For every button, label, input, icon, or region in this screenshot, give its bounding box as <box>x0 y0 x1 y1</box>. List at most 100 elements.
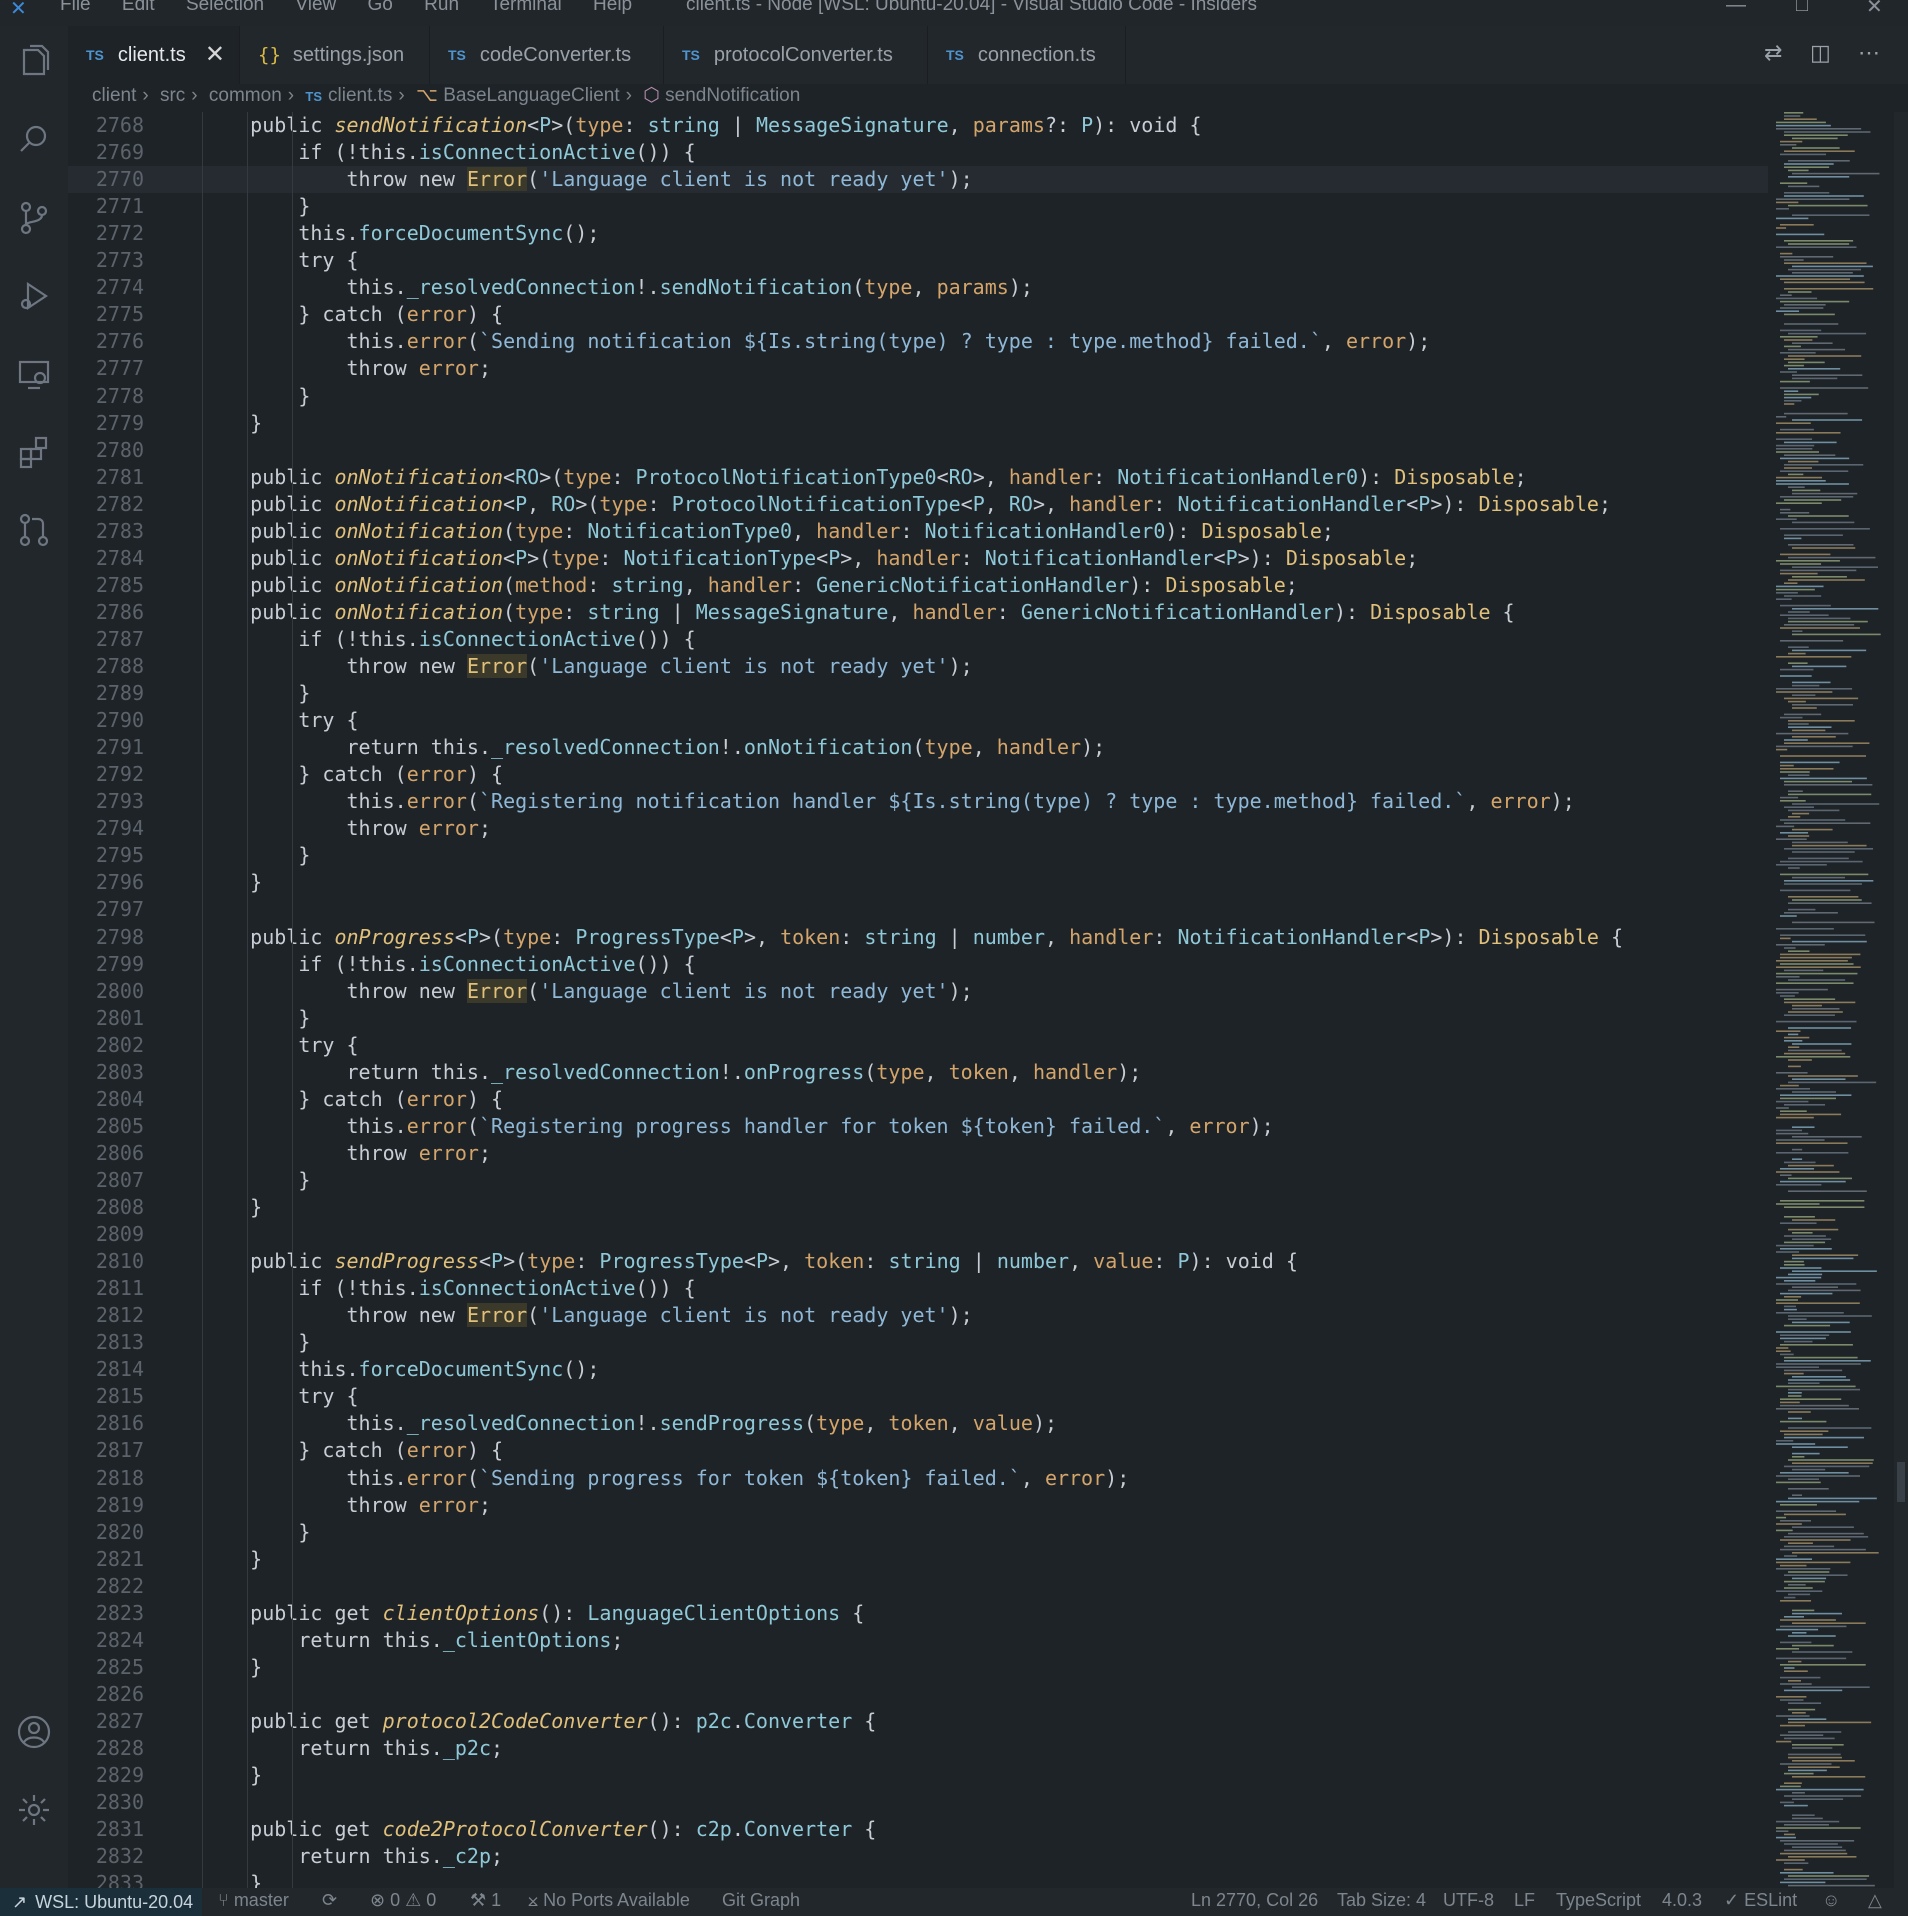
code-editor[interactable]: 2768 public sendNotification<P>(type: st… <box>68 112 1768 1888</box>
code-line[interactable]: 2825 } <box>68 1654 262 1681</box>
code-line[interactable]: 2833 } <box>68 1870 262 1888</box>
cursor-position[interactable]: Ln 2770, Col 26 <box>1191 1890 1318 1911</box>
code-line[interactable]: 2770 throw new Error('Language client is… <box>68 166 1768 194</box>
tab-codeconverter-ts[interactable]: TS codeConverter.ts <box>430 26 664 84</box>
code-line[interactable]: 2820 } <box>68 1519 311 1546</box>
code-line[interactable]: 2807 } <box>68 1167 311 1194</box>
tab-protocolconverter-ts[interactable]: TS protocolConverter.ts <box>664 26 928 84</box>
code-line[interactable]: 2797 <box>68 896 202 923</box>
notifications-bell-icon[interactable]: △ <box>1868 1890 1882 1911</box>
code-line[interactable]: 2788 throw new Error('Language client is… <box>68 653 973 680</box>
menu-selection[interactable]: Selection <box>186 0 264 15</box>
editor-scrollbar[interactable] <box>1894 112 1908 1888</box>
extensions-icon[interactable] <box>0 422 68 482</box>
code-line[interactable]: 2824 return this._clientOptions; <box>68 1627 624 1654</box>
code-line[interactable]: 2779 } <box>68 410 262 437</box>
code-line[interactable]: 2817 } catch (error) { <box>68 1437 503 1464</box>
code-line[interactable]: 2808 } <box>68 1194 262 1221</box>
code-line[interactable]: 2771 } <box>68 193 311 220</box>
code-line[interactable]: 2803 return this._resolvedConnection!.on… <box>68 1059 1142 1086</box>
code-line[interactable]: 2790 try { <box>68 707 359 734</box>
code-line[interactable]: 2818 this.error(`Sending progress for to… <box>68 1465 1129 1492</box>
code-line[interactable]: 2780 <box>68 437 202 464</box>
compare-changes-icon[interactable]: ⇄ <box>1764 40 1782 66</box>
split-editor-icon[interactable]: ◫ <box>1810 40 1831 66</box>
menu-file[interactable]: File <box>60 0 91 15</box>
minimap[interactable] <box>1772 112 1892 1888</box>
line-ending[interactable]: LF <box>1514 1890 1535 1911</box>
encoding[interactable]: UTF-8 <box>1443 1890 1494 1911</box>
search-icon[interactable] <box>0 110 68 170</box>
code-line[interactable]: 2832 return this._c2p; <box>68 1843 503 1870</box>
ports-indicator[interactable]: ⨲ No Ports Available <box>528 1890 690 1911</box>
code-line[interactable]: 2793 this.error(`Registering notificatio… <box>68 788 1575 815</box>
code-line[interactable]: 2781 public onNotification<RO>(type: Pro… <box>68 464 1527 491</box>
code-line[interactable]: 2784 public onNotification<P>(type: Noti… <box>68 545 1418 572</box>
settings-gear-icon[interactable] <box>0 1780 68 1840</box>
code-line[interactable]: 2773 try { <box>68 247 359 274</box>
problems-indicator[interactable]: ⊗ 0 ⚠ 0 <box>370 1890 436 1911</box>
code-line[interactable]: 2782 public onNotification<P, RO>(type: … <box>68 491 1611 518</box>
code-line[interactable]: 2826 <box>68 1681 202 1708</box>
tab-client-ts[interactable]: TS client.ts ✕ <box>68 26 240 84</box>
code-line[interactable]: 2813 } <box>68 1329 311 1356</box>
code-line[interactable]: 2799 if (!this.isConnectionActive()) { <box>68 951 696 978</box>
code-line[interactable]: 2786 public onNotification(type: string … <box>68 599 1515 626</box>
tab-connection-ts[interactable]: TS connection.ts <box>928 26 1126 84</box>
code-line[interactable]: 2805 this.error(`Registering progress ha… <box>68 1113 1274 1140</box>
workers-indicator[interactable]: ⚒ 1 <box>470 1890 501 1911</box>
code-line[interactable]: 2829 } <box>68 1762 262 1789</box>
language-mode[interactable]: TypeScript <box>1556 1890 1641 1911</box>
code-line[interactable]: 2830 <box>68 1789 202 1816</box>
code-line[interactable]: 2789 } <box>68 680 311 707</box>
code-line[interactable]: 2787 if (!this.isConnectionActive()) { <box>68 626 696 653</box>
git-graph-button[interactable]: Git Graph <box>722 1890 800 1911</box>
maximize-icon[interactable]: □ <box>1796 0 1808 17</box>
remote-explorer-icon[interactable] <box>0 344 68 404</box>
breadcrumb-item[interactable]: client.ts <box>328 85 392 106</box>
code-line[interactable]: 2814 this.forceDocumentSync(); <box>68 1356 600 1383</box>
tab-size[interactable]: Tab Size: 4 <box>1337 1890 1426 1911</box>
explorer-icon[interactable] <box>0 32 68 92</box>
code-line[interactable]: 2783 public onNotification(type: Notific… <box>68 518 1334 545</box>
menu-view[interactable]: View <box>295 0 336 15</box>
breadcrumb-item[interactable]: src <box>160 85 185 106</box>
code-line[interactable]: 2827 public get protocol2CodeConverter()… <box>68 1708 877 1735</box>
code-line[interactable]: 2792 } catch (error) { <box>68 761 503 788</box>
code-line[interactable]: 2828 return this._p2c; <box>68 1735 503 1762</box>
code-line[interactable]: 2811 if (!this.isConnectionActive()) { <box>68 1275 696 1302</box>
code-line[interactable]: 2801 } <box>68 1005 311 1032</box>
code-line[interactable]: 2809 <box>68 1221 202 1248</box>
code-line[interactable]: 2794 throw error; <box>68 815 491 842</box>
code-line[interactable]: 2804 } catch (error) { <box>68 1086 503 1113</box>
code-line[interactable]: 2810 public sendProgress<P>(type: Progre… <box>68 1248 1298 1275</box>
close-window-icon[interactable]: ✕ <box>1866 0 1883 19</box>
code-line[interactable]: 2785 public onNotification(method: strin… <box>68 572 1298 599</box>
menu-go[interactable]: Go <box>368 0 393 15</box>
code-line[interactable]: 2796 } <box>68 869 262 896</box>
code-line[interactable]: 2816 this._resolvedConnection!.sendProgr… <box>68 1410 1057 1437</box>
typescript-version[interactable]: 4.0.3 <box>1662 1890 1702 1911</box>
menu-help[interactable]: Help <box>593 0 632 15</box>
scrollbar-thumb[interactable] <box>1897 1462 1905 1502</box>
code-line[interactable]: 2800 throw new Error('Language client is… <box>68 978 973 1005</box>
code-line[interactable]: 2774 this._resolvedConnection!.sendNotif… <box>68 274 1033 301</box>
code-line[interactable]: 2819 throw error; <box>68 1492 491 1519</box>
menu-edit[interactable]: Edit <box>122 0 155 15</box>
breadcrumb-item[interactable]: common <box>209 85 282 106</box>
code-line[interactable]: 2776 this.error(`Sending notification ${… <box>68 328 1430 355</box>
code-line[interactable]: 2812 throw new Error('Language client is… <box>68 1302 973 1329</box>
code-line[interactable]: 2772 this.forceDocumentSync(); <box>68 220 600 247</box>
minimize-icon[interactable]: — <box>1726 0 1746 17</box>
close-tab-icon[interactable]: ✕ <box>205 40 225 69</box>
code-line[interactable]: 2798 public onProgress<P>(type: Progress… <box>68 924 1623 951</box>
tab-settings-json[interactable]: {} settings.json <box>240 26 430 84</box>
code-line[interactable]: 2831 public get code2ProtocolConverter()… <box>68 1816 877 1843</box>
menu-run[interactable]: Run <box>424 0 459 15</box>
code-line[interactable]: 2778 } <box>68 383 311 410</box>
eslint-indicator[interactable]: ✓ ESLint <box>1724 1890 1797 1911</box>
code-line[interactable]: 2806 throw error; <box>68 1140 491 1167</box>
code-line[interactable]: 2821 } <box>68 1546 262 1573</box>
remote-indicator[interactable]: ↗ WSL: Ubuntu-20.04 <box>0 1888 202 1916</box>
pull-request-icon[interactable] <box>0 500 68 560</box>
